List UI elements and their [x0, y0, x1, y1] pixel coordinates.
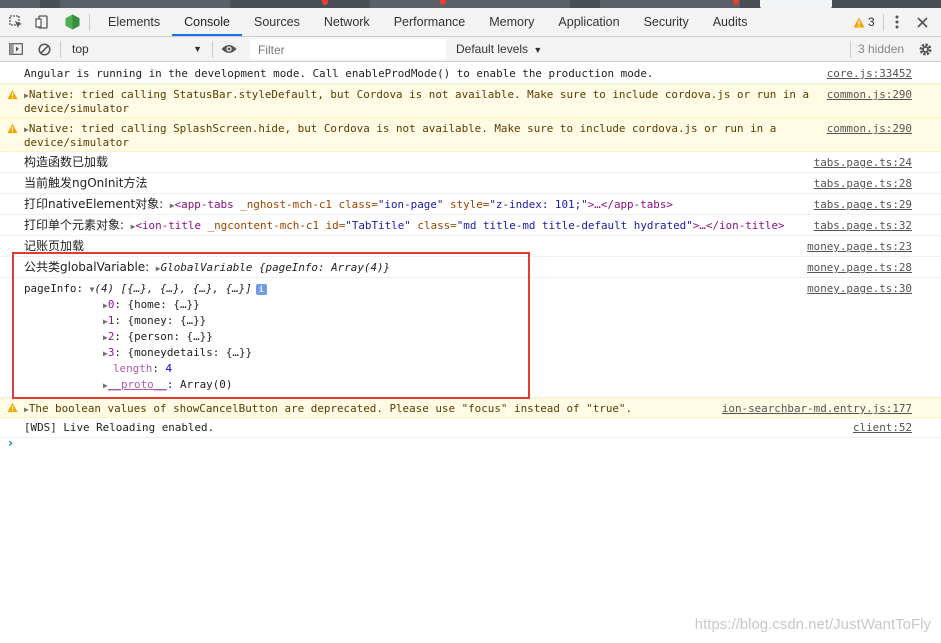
- toolbar-divider: [883, 14, 884, 31]
- tab-audits[interactable]: Audits: [701, 8, 760, 36]
- console-toolbar: top ▼ Default levels ▼ 3 hidden: [0, 37, 941, 62]
- warning-message[interactable]: ▶Native: tried calling SplashScreen.hide…: [24, 122, 776, 137]
- more-icon[interactable]: [888, 13, 906, 31]
- log-message: [WDS] Live Reloading enabled.: [24, 421, 215, 434]
- log-source-link[interactable]: common.js:290: [827, 122, 912, 136]
- array-item[interactable]: ▶3: {moneydetails: {…}}: [103, 346, 252, 361]
- array-item[interactable]: ▶2: {person: {…}}: [103, 330, 213, 345]
- tab-sources[interactable]: Sources: [242, 8, 312, 36]
- array-item[interactable]: ▶0: {home: {…}}: [103, 298, 200, 313]
- tab-performance[interactable]: Performance: [382, 8, 478, 36]
- log-row: 打印单个元素对象: ▶<ion-title _ngcontent-mch-c1 …: [0, 215, 941, 236]
- angular-extension-icon[interactable]: [62, 13, 82, 31]
- log-source-link[interactable]: client:52: [853, 421, 912, 435]
- log-message: Angular is running in the development mo…: [24, 67, 654, 80]
- tab-favicon: [322, 0, 328, 5]
- log-row: 构造函数已加载 tabs.page.ts:24: [0, 152, 941, 173]
- tab-elements[interactable]: Elements: [96, 8, 172, 36]
- warning-icon: [853, 17, 865, 27]
- warning-row: ▶The boolean values of showCancelButton …: [0, 398, 941, 418]
- close-icon[interactable]: [913, 13, 931, 31]
- toolbar-divider: [60, 41, 61, 58]
- log-row: 打印nativeElement对象: ▶<app-tabs _nghost-mc…: [0, 194, 941, 215]
- filter-input[interactable]: [250, 39, 446, 60]
- log-source-link[interactable]: tabs.page.ts:24: [814, 156, 912, 170]
- log-source-link[interactable]: money.page.ts:23: [807, 240, 912, 254]
- clear-console-icon[interactable]: [34, 40, 54, 58]
- log-message: 记账页加载: [24, 239, 85, 253]
- array-length: length: 4: [113, 362, 173, 375]
- log-source-link[interactable]: money.page.ts:30: [807, 282, 912, 296]
- log-levels-dropdown[interactable]: Default levels ▼: [456, 39, 542, 59]
- warning-icon: [7, 123, 18, 134]
- warning-icon: [7, 402, 18, 413]
- tab-security[interactable]: Security: [632, 8, 701, 36]
- warning-counter[interactable]: 3: [853, 13, 875, 31]
- context-select[interactable]: top ▼: [64, 39, 206, 59]
- log-row-expanded: pageInfo: ▼(4) [{…}, {…}, {…}, {…}] i mon…: [0, 278, 941, 398]
- log-levels-label: Default levels: [456, 42, 529, 56]
- log-row: [WDS] Live Reloading enabled. client:52: [0, 418, 941, 438]
- log-source-link[interactable]: tabs.page.ts:29: [814, 198, 912, 212]
- devtools-toolbar: Elements Console Sources Network Perform…: [0, 8, 941, 37]
- warning-row: ▶Native: tried calling StatusBar.styleDe…: [0, 84, 941, 118]
- array-item[interactable]: ▶1: {money: {…}}: [103, 314, 206, 329]
- warning-row: ▶Native: tried calling SplashScreen.hide…: [0, 118, 941, 152]
- console-prompt[interactable]: ›: [8, 436, 13, 450]
- devtools-tabs: Elements Console Sources Network Perform…: [96, 8, 759, 36]
- log-source-link[interactable]: ion-searchbar-md.entry.js:177: [722, 402, 912, 416]
- inspect-icon[interactable]: [6, 13, 26, 31]
- log-message: pageInfo: ▼(4) [{…}, {…}, {…}, {…}] i: [24, 282, 267, 297]
- log-source-link[interactable]: common.js:290: [827, 88, 912, 102]
- gear-icon[interactable]: [915, 40, 935, 58]
- browser-tab[interactable]: [600, 0, 740, 8]
- warning-message-cont: device/simulator: [24, 136, 129, 149]
- log-row: Angular is running in the development mo…: [0, 63, 941, 84]
- log-message: 当前触发ngOnInit方法: [24, 176, 148, 190]
- warning-icon: [7, 89, 18, 100]
- console-output: Angular is running in the development mo…: [0, 63, 941, 643]
- log-row: 记账页加载 money.page.ts:23: [0, 236, 941, 257]
- tab-application[interactable]: Application: [546, 8, 631, 36]
- context-value: top: [72, 42, 89, 56]
- log-row: 公共类globalVariable: ▶GlobalVariable {page…: [0, 257, 941, 278]
- log-message: 打印nativeElement对象: ▶<app-tabs _nghost-mc…: [24, 197, 673, 211]
- browser-tab-active[interactable]: [760, 0, 832, 8]
- log-source-link[interactable]: tabs.page.ts:28: [814, 177, 912, 191]
- browser-tab[interactable]: [370, 0, 570, 8]
- log-row: 当前触发ngOnInit方法 tabs.page.ts:28: [0, 173, 941, 194]
- browser-tab[interactable]: [60, 0, 230, 8]
- toolbar-divider: [850, 41, 851, 58]
- log-source-link[interactable]: money.page.ts:28: [807, 261, 912, 275]
- info-icon: i: [255, 283, 267, 295]
- device-toolbar-icon[interactable]: [32, 13, 52, 31]
- chevron-down-icon: ▼: [533, 45, 543, 55]
- warning-message-cont: device/simulator: [24, 102, 129, 115]
- tab-console[interactable]: Console: [172, 8, 242, 36]
- browser-tabstrip: [0, 0, 941, 8]
- sidebar-toggle-icon[interactable]: [6, 40, 26, 58]
- warning-message[interactable]: ▶Native: tried calling StatusBar.styleDe…: [24, 88, 809, 103]
- log-message: 打印单个元素对象: ▶<ion-title _ngcontent-mch-c1 …: [24, 218, 785, 232]
- watermark: https://blog.csdn.net/JustWantToFly: [694, 616, 931, 633]
- tab-network[interactable]: Network: [312, 8, 382, 36]
- toolbar-divider: [89, 14, 90, 31]
- warning-message[interactable]: ▶The boolean values of showCancelButton …: [24, 402, 632, 417]
- log-source-link[interactable]: core.js:33452: [827, 67, 912, 81]
- eye-icon[interactable]: [218, 40, 240, 58]
- log-source-link[interactable]: tabs.page.ts:32: [814, 219, 912, 233]
- log-message: 公共类globalVariable: ▶GlobalVariable {page…: [24, 260, 391, 274]
- hidden-count: 3 hidden: [858, 42, 905, 56]
- browser-tab[interactable]: [0, 0, 40, 8]
- toolbar-divider: [212, 41, 213, 58]
- tab-memory[interactable]: Memory: [477, 8, 546, 36]
- log-message: 构造函数已加载: [24, 155, 109, 169]
- warning-count: 3: [868, 15, 875, 29]
- array-proto[interactable]: ▶__proto__: Array(0): [103, 378, 232, 393]
- chevron-down-icon: ▼: [193, 44, 202, 54]
